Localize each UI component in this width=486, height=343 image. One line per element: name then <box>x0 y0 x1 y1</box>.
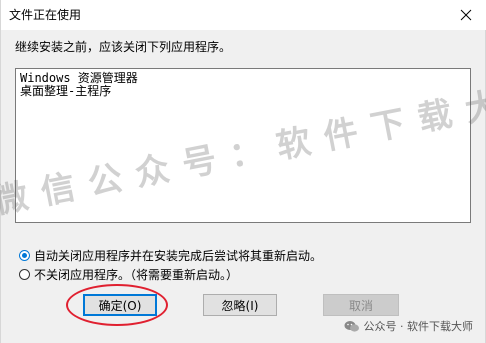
files-in-use-dialog: 文件正在使用 继续安装之前，应该关闭下列应用程序。 Windows 资源管理器 … <box>0 0 486 343</box>
close-icon <box>460 9 472 21</box>
ignore-button[interactable]: 忽略(I) <box>203 294 277 316</box>
ok-button[interactable]: 确定(O) <box>83 294 157 316</box>
footer-watermark: 公众号 · 软件下载大师 <box>344 318 474 334</box>
cancel-button[interactable]: 取消 <box>323 294 399 316</box>
intro-text: 继续安装之前，应该关闭下列应用程序。 <box>15 40 232 54</box>
wechat-icon <box>344 320 359 332</box>
title-bar: 文件正在使用 <box>1 0 486 30</box>
no-close-label: 不关闭应用程序。（将需要重新启动。） <box>34 268 239 282</box>
auto-close-option[interactable]: 自动关闭应用程序并在安装完成后尝试将其重新启动。 <box>19 247 322 264</box>
close-button[interactable] <box>445 0 486 30</box>
footer-watermark-label: 公众号 · 软件下载大师 <box>363 320 474 333</box>
no-close-radio[interactable] <box>19 269 30 280</box>
list-item[interactable]: 桌面整理-主程序 <box>20 85 466 98</box>
application-list[interactable]: Windows 资源管理器 桌面整理-主程序 <box>15 68 471 223</box>
auto-close-label: 自动关闭应用程序并在安装完成后尝试将其重新启动。 <box>34 249 323 263</box>
no-close-option[interactable]: 不关闭应用程序。（将需要重新启动。） <box>19 266 238 283</box>
auto-close-radio[interactable] <box>19 250 30 261</box>
window-title: 文件正在使用 <box>9 8 82 22</box>
